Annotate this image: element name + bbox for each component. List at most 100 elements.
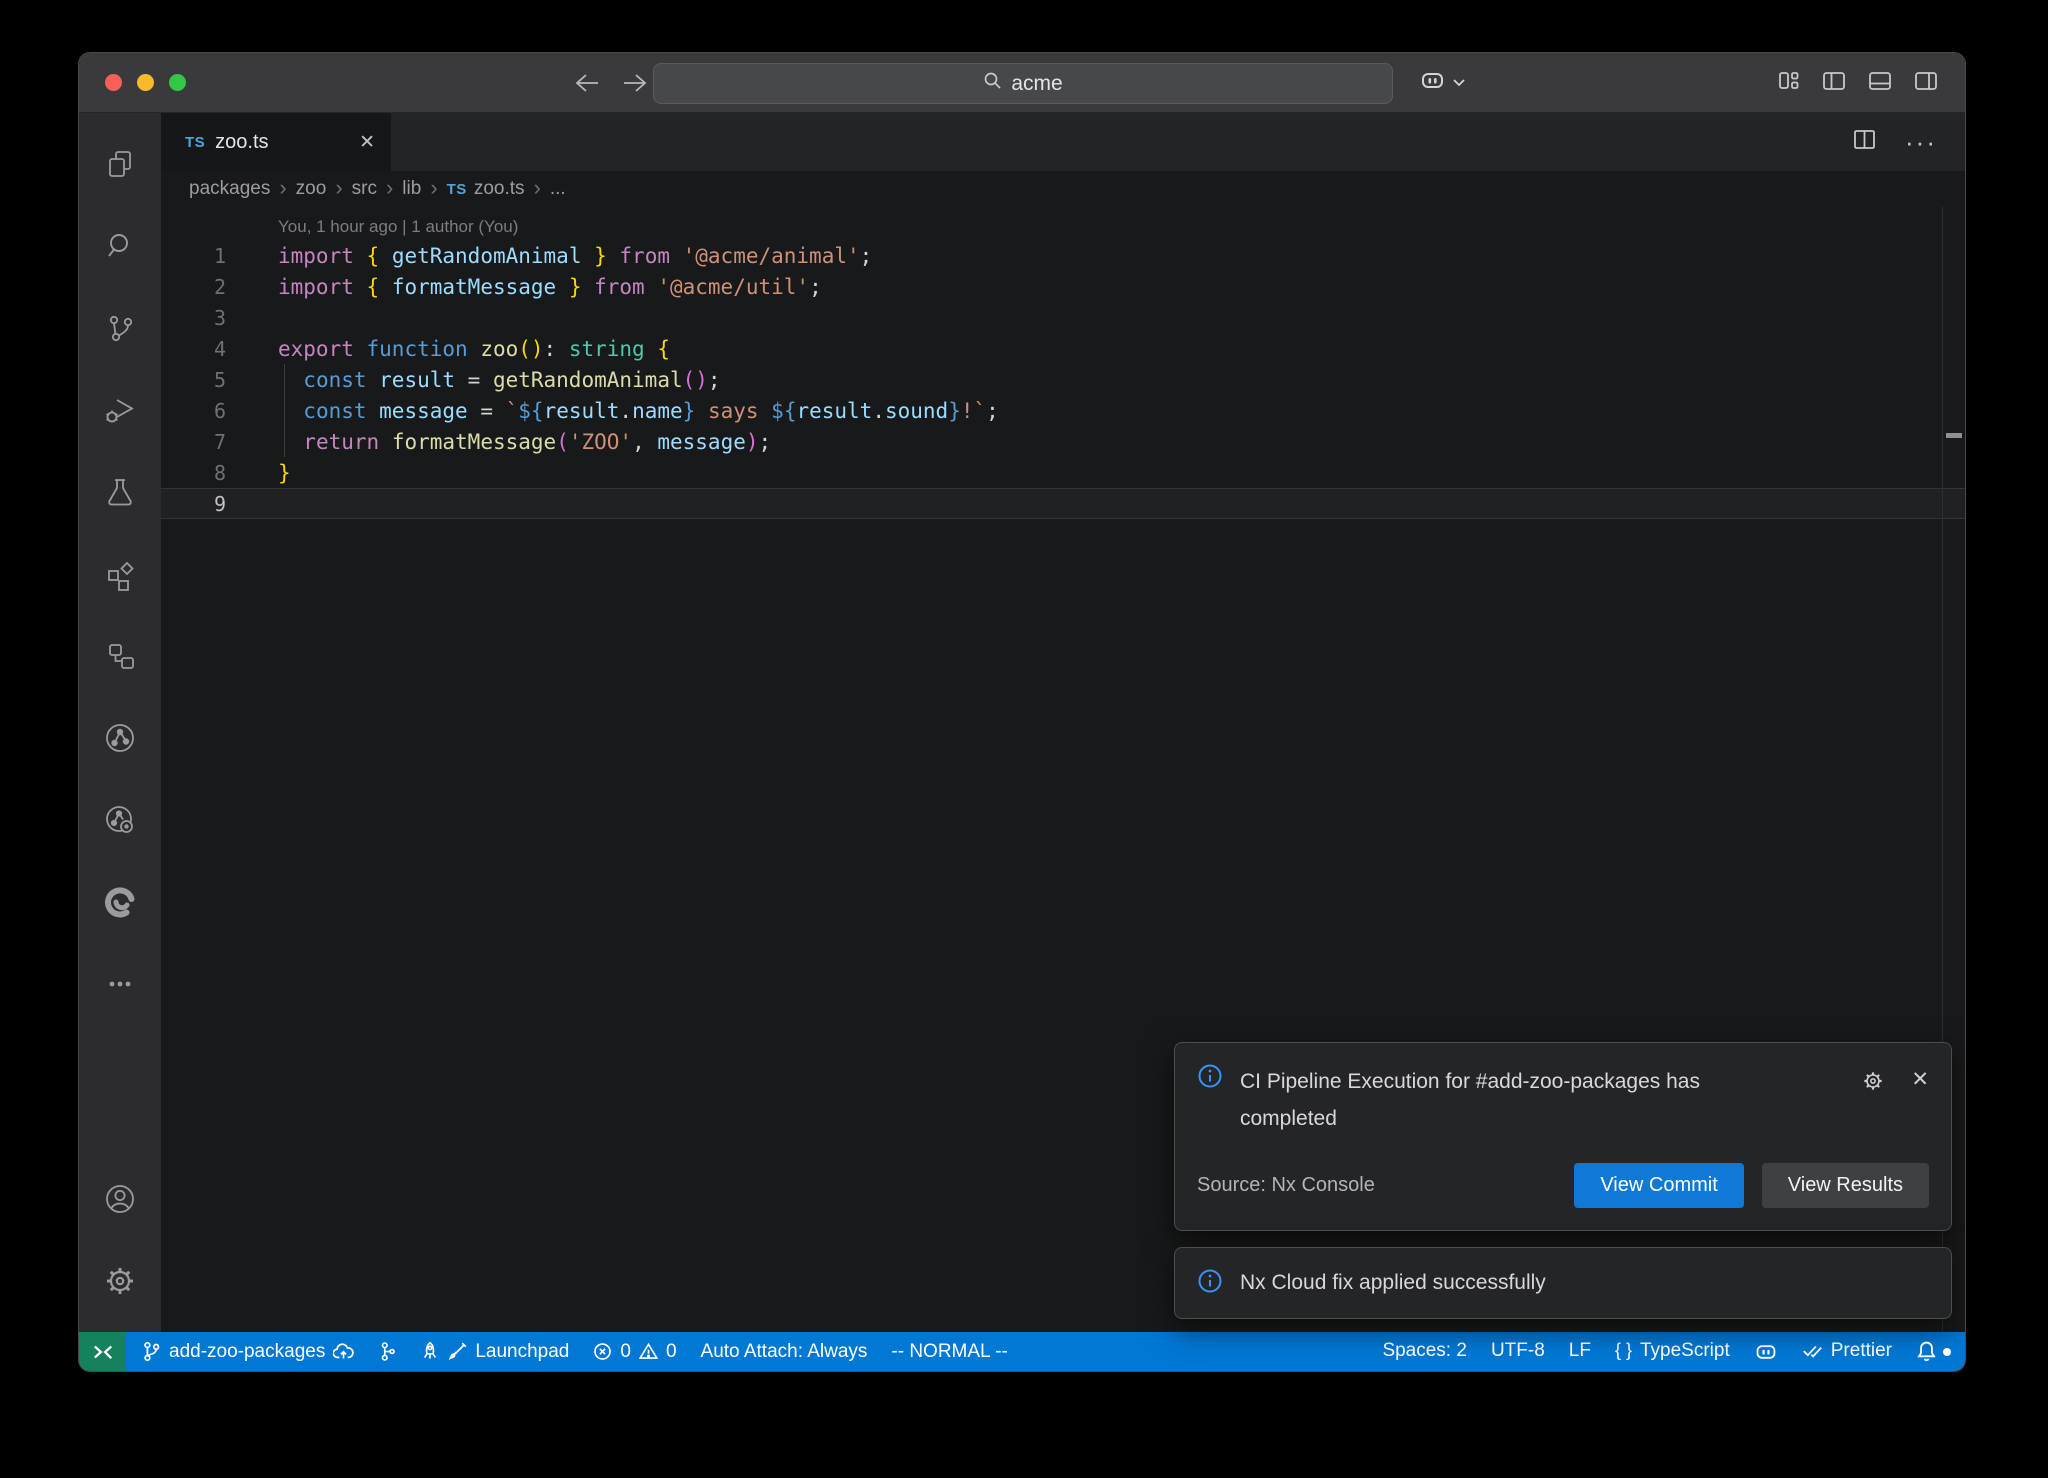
line-number[interactable]: 6 — [161, 399, 226, 423]
notifications-bell-item[interactable] — [1904, 1340, 1949, 1362]
code-line[interactable]: 9 — [161, 488, 1965, 519]
encoding-item[interactable]: UTF-8 — [1479, 1340, 1557, 1362]
code-line[interactable]: 6 const message = `${result.name} says $… — [161, 395, 1965, 426]
vim-mode-item[interactable]: -- NORMAL -- — [879, 1332, 1019, 1371]
titlebar: acme — [79, 53, 1965, 113]
vscode-window: acme — [78, 52, 1966, 1372]
problems-item[interactable]: 0 0 — [581, 1332, 688, 1371]
breadcrumb-separator-icon: › — [430, 177, 437, 202]
line-number[interactable]: 5 — [161, 368, 226, 392]
line-number[interactable]: 8 — [161, 461, 226, 485]
code-text: return formatMessage('ZOO', message); — [278, 430, 771, 454]
code-line[interactable]: 2 import { formatMessage } from '@acme/ut… — [161, 271, 1965, 302]
toggle-panel-icon[interactable] — [1867, 69, 1893, 98]
explorer-icon[interactable] — [79, 123, 161, 205]
notification-nx-cloud-fix: Nx Cloud fix applied successfully — [1174, 1247, 1952, 1319]
notification-message: CI Pipeline Execution for #add-zoo-packa… — [1240, 1063, 1770, 1137]
tab-zoo-ts[interactable]: TS zoo.ts ✕ — [161, 113, 391, 171]
status-bar: add-zoo-packages Launchpad 0 0 Auto Atta… — [79, 1332, 1965, 1371]
notification-message: Nx Cloud fix applied successfully — [1240, 1271, 1546, 1295]
code-text: import { getRandomAnimal } from '@acme/a… — [278, 244, 872, 268]
git-graph-icon — [378, 1341, 396, 1362]
code-line[interactable]: 7 return formatMessage('ZOO', message); — [161, 426, 1965, 457]
notification-source: Source: Nx Console — [1197, 1174, 1375, 1197]
chevron-down-icon[interactable] — [1452, 74, 1466, 92]
notification-settings-gear-icon[interactable] — [1861, 1069, 1885, 1098]
double-check-icon — [1802, 1342, 1823, 1359]
view-commit-button[interactable]: View Commit — [1574, 1163, 1743, 1208]
settings-gear-icon[interactable] — [79, 1240, 161, 1322]
command-center-search[interactable]: acme — [653, 63, 1393, 104]
line-number[interactable]: 1 — [161, 244, 226, 268]
auto-attach-item[interactable]: Auto Attach: Always — [689, 1332, 880, 1371]
nx-project-details-icon[interactable] — [79, 779, 161, 861]
copilot-status-item[interactable] — [1742, 1340, 1790, 1364]
info-icon — [1197, 1063, 1223, 1094]
breadcrumb-item[interactable]: lib — [402, 178, 421, 200]
zoom-window-button[interactable] — [169, 74, 186, 91]
breadcrumb-item[interactable]: zoo — [296, 178, 327, 200]
run-and-debug-icon[interactable] — [79, 369, 161, 451]
breadcrumb-separator-icon: › — [386, 177, 393, 202]
language-mode-item[interactable]: { } TypeScript — [1603, 1340, 1742, 1362]
errors-icon — [593, 1342, 612, 1361]
brush-icon — [448, 1342, 467, 1361]
notification-ci-pipeline: CI Pipeline Execution for #add-zoo-packa… — [1174, 1042, 1952, 1231]
code-text: const result = getRandomAnimal(); — [278, 368, 721, 392]
testing-icon[interactable] — [79, 451, 161, 533]
code-line[interactable]: 8} — [161, 457, 1965, 488]
forward-arrow-icon[interactable] — [622, 72, 648, 94]
code-line[interactable]: 4export function zoo(): string { — [161, 333, 1965, 364]
spaces-item[interactable]: Spaces: 2 — [1370, 1340, 1479, 1362]
extensions-icon[interactable] — [79, 533, 161, 615]
eol-item[interactable]: LF — [1557, 1340, 1603, 1362]
code-line[interactable]: 5 const result = getRandomAnimal(); — [161, 364, 1965, 395]
code-line[interactable]: 1 import { getRandomAnimal } from '@acme/… — [161, 240, 1965, 271]
line-number[interactable]: 3 — [161, 306, 226, 330]
activity-bar — [79, 113, 161, 1332]
language-label: TypeScript — [1640, 1340, 1730, 1362]
back-arrow-icon[interactable] — [574, 72, 600, 94]
accounts-icon[interactable] — [79, 1158, 161, 1240]
typescript-file-icon: TS — [447, 181, 467, 198]
line-number[interactable]: 4 — [161, 337, 226, 361]
close-window-button[interactable] — [105, 74, 122, 91]
breadcrumb-item-file[interactable]: TSzoo.ts — [447, 178, 525, 200]
breadcrumb-overflow[interactable]: ... — [550, 178, 566, 200]
line-number[interactable]: 2 — [161, 275, 226, 299]
nx-console-icon[interactable] — [79, 615, 161, 697]
tab-close-icon[interactable]: ✕ — [359, 131, 375, 154]
view-results-button[interactable]: View Results — [1762, 1163, 1929, 1208]
git-branch-label: add-zoo-packages — [169, 1341, 325, 1363]
search-sidebar-icon[interactable] — [79, 205, 161, 287]
toggle-primary-sidebar-icon[interactable] — [1821, 69, 1847, 98]
source-control-icon[interactable] — [79, 287, 161, 369]
launchpad-item[interactable]: Launchpad — [408, 1332, 581, 1371]
formatter-item[interactable]: Prettier — [1790, 1340, 1904, 1362]
code-line[interactable]: 3 — [161, 302, 1965, 333]
bell-icon — [1916, 1340, 1937, 1362]
overview-ruler-mark — [1946, 433, 1962, 438]
breadcrumb-separator-icon: › — [335, 177, 342, 202]
line-number[interactable]: 7 — [161, 430, 226, 454]
toggle-secondary-sidebar-icon[interactable] — [1913, 69, 1939, 98]
git-branch-item[interactable]: add-zoo-packages — [130, 1332, 366, 1371]
remote-indicator[interactable] — [79, 1332, 126, 1371]
source-control-graph-item[interactable] — [366, 1332, 408, 1371]
edge-tools-icon[interactable] — [79, 861, 161, 943]
line-number[interactable]: 9 — [161, 492, 226, 516]
split-editor-icon[interactable] — [1852, 127, 1877, 157]
breadcrumb-item[interactable]: packages — [189, 178, 270, 200]
remote-icon — [92, 1343, 114, 1361]
launchpad-label: Launchpad — [475, 1341, 569, 1363]
more-views-icon[interactable] — [79, 943, 161, 1025]
breadcrumb-item[interactable]: src — [352, 178, 377, 200]
code-text: import { formatMessage } from '@acme/uti… — [278, 275, 822, 299]
nx-graph-icon[interactable] — [79, 697, 161, 779]
minimize-window-button[interactable] — [137, 74, 154, 91]
copilot-icon[interactable] — [1419, 67, 1446, 99]
customize-layout-icon[interactable] — [1776, 68, 1801, 98]
search-value: acme — [1011, 72, 1062, 96]
formatter-label: Prettier — [1831, 1340, 1892, 1362]
notification-close-icon[interactable]: ✕ — [1911, 1069, 1929, 1098]
